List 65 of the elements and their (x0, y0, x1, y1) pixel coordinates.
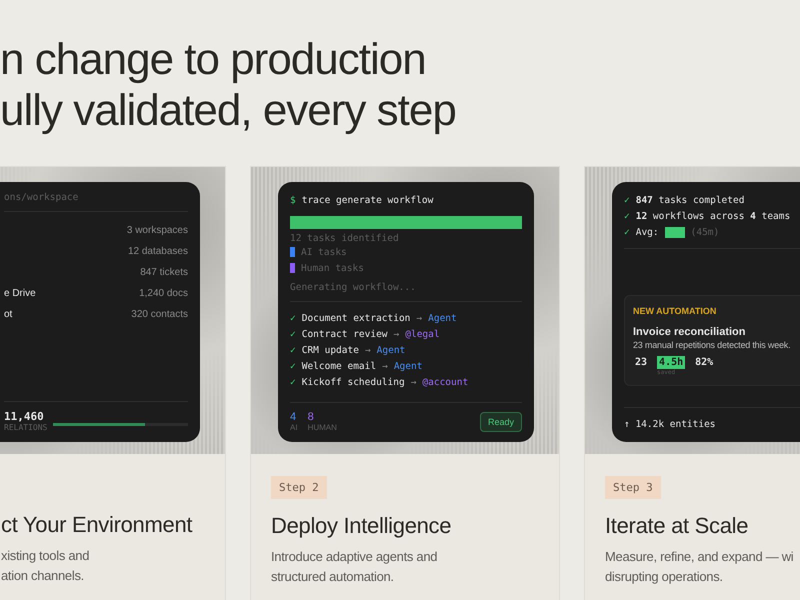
assignee-text: Agent (394, 360, 422, 372)
count-text: 320 contacts (131, 309, 188, 320)
automation-title: Invoice reconciliation (633, 326, 746, 338)
task-text: CRM update (302, 344, 359, 356)
legend-label: AI tasks (301, 246, 347, 258)
count-text: 847 tickets (140, 267, 188, 278)
step-title: ct Your Environment (1, 512, 194, 538)
arrow-text: → (416, 312, 422, 324)
status-text: 12 tasks identified (290, 233, 400, 244)
arrow-text: → (364, 344, 371, 356)
step-description: Introduce adaptive agents and structured automation. (271, 548, 438, 586)
source-label: ot (4, 309, 12, 320)
count-label: AI (290, 423, 298, 432)
task-text: Welcome email (302, 360, 376, 372)
assignee-text: Agent (428, 312, 457, 324)
source-label: e Drive (4, 288, 36, 299)
entities-text: ↑ 14.2k entities (624, 418, 717, 432)
stat-text: 12 workflows across 4 teams (636, 210, 790, 222)
check-mark: ✓ (290, 344, 296, 356)
avg-value: (45m) (690, 226, 720, 238)
check-mark: ✓ (290, 376, 296, 388)
stat-text: 847 tasks completed (636, 194, 744, 206)
step-description: Measure, refine, and expand — wi disrupting operations. (605, 548, 794, 586)
page-heading: n change to production ully validated, every step (0, 34, 457, 136)
check-mark: ✓ (624, 210, 630, 222)
check-mark: ✓ (290, 328, 296, 340)
prompt-symbol: $ (290, 194, 296, 206)
step-badge: Step 2 (271, 476, 327, 499)
check-mark: ✓ (290, 360, 296, 372)
count-text: 1,240 docs (139, 288, 188, 299)
assignee-text: @account (422, 376, 468, 388)
automation-tag: NEW AUTOMATION (633, 306, 800, 316)
avg-bar (664, 226, 685, 238)
task-text: Document extraction (302, 312, 410, 324)
check-mark: ✓ (290, 312, 296, 324)
stat-value: 82% (694, 356, 714, 369)
step-title: Iterate at Scale (605, 513, 750, 539)
status-text: Generating workflow... (290, 282, 417, 293)
count-value: 8 (308, 411, 315, 423)
arrow-text: → (410, 376, 416, 388)
arrow-text: → (382, 360, 388, 372)
automation-text: 23 manual repetitions detected this week. (633, 340, 792, 350)
stat-value: 23 (634, 356, 648, 369)
avg-label: Avg: (636, 226, 659, 238)
step-description: xisting tools and ation channels. (1, 547, 90, 585)
assignee-text: @legal (405, 328, 440, 340)
count-text: 3 workspaces (126, 225, 188, 236)
check-mark: ✓ (624, 226, 630, 238)
ready-badge: Ready (480, 412, 522, 432)
step-badge: Step 3 (605, 476, 661, 499)
step-title: Deploy Intelligence (271, 513, 452, 539)
command-text: trace generate workflow (302, 194, 434, 206)
stat-value: 4.5h (657, 356, 686, 369)
legend-label: Human tasks (301, 262, 364, 274)
arrow-text: → (394, 328, 400, 340)
assignee-text: Agent (376, 344, 406, 356)
relations-label: RELATIONS (4, 423, 48, 432)
count-label: HUMAN (308, 423, 337, 432)
relations-count: 11,460 (4, 410, 45, 423)
path-text: ons/workspace (4, 192, 80, 203)
check-mark: ✓ (624, 194, 630, 206)
count-text: 12 databases (128, 246, 188, 257)
task-text: Kickoff scheduling (302, 376, 405, 388)
count-value: 4 (290, 411, 298, 423)
task-text: Contract review (302, 328, 388, 340)
